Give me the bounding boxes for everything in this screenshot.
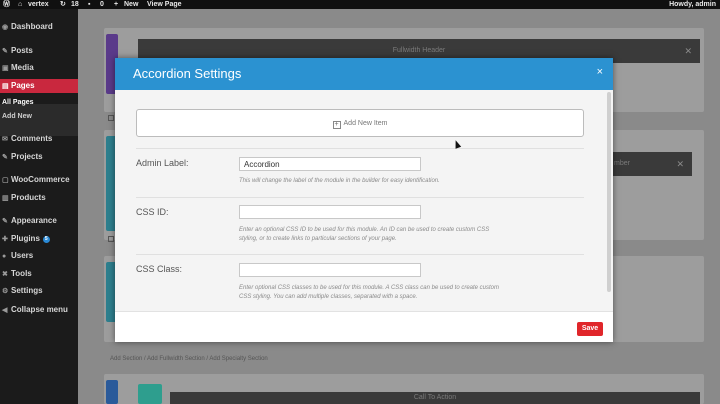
home-icon[interactable]: ⌂ [18, 0, 22, 9]
sidebar-item-settings[interactable]: ⚙ Settings [0, 284, 78, 298]
sidebar-item-projects[interactable]: ✎ Projects [0, 150, 78, 164]
plus-icon: + [332, 121, 341, 129]
sidebar-item-label: Collapse menu [11, 305, 68, 314]
sidebar-item-label: Users [11, 251, 34, 260]
sidebar-item-label: Posts [11, 46, 33, 55]
section-settings-icon[interactable] [108, 115, 114, 121]
sidebar-item-comments[interactable]: ✉ Comments [0, 132, 78, 146]
sidebar-item-woocommerce[interactable]: ▢ WooCommerce [0, 173, 78, 187]
products-icon: ▥ [2, 195, 9, 202]
sidebar-item-users[interactable]: ● Users [0, 249, 78, 263]
css-class-label: CSS Class: [136, 264, 183, 274]
fullwidth-header-label: Fullwidth Header [392, 47, 446, 54]
wordpress-logo-icon[interactable]: Ⓦ [3, 0, 10, 9]
accordion-settings-modal: Accordion Settings × + Add New Item Admin… [115, 58, 613, 342]
css-id-help: Enter an optional CSS ID to be used for … [239, 227, 490, 242]
sidebar-item-label: Appearance [11, 216, 57, 225]
dashboard-icon: ◉ [2, 24, 9, 31]
pages-icon: ▤ [2, 83, 9, 90]
modal-body: +Add New Item Admin Label: This will cha… [115, 90, 613, 311]
add-new-item-label: Add New Item [343, 120, 388, 127]
add-new-item-button[interactable]: + Add New Item [136, 109, 584, 137]
css-id-label: CSS ID: [136, 207, 169, 217]
sidebar-item-pages[interactable]: ▤ Pages [0, 79, 78, 93]
users-icon: ● [2, 253, 7, 260]
sidebar-item-label: Tools [11, 269, 32, 278]
collapse-icon: ◀ [2, 307, 8, 314]
updates-count[interactable]: 18 [71, 0, 79, 9]
remove-row-icon[interactable]: ✕ [684, 39, 692, 63]
sidebar-item-products[interactable]: ▥ Products [0, 191, 78, 205]
admin-label-input[interactable] [239, 157, 421, 171]
member-label: mber [614, 160, 630, 167]
css-class-input[interactable] [239, 263, 421, 277]
modal-title: Accordion Settings [133, 66, 242, 81]
site-name-link[interactable]: vertex [28, 0, 49, 9]
sidebar-item-label: Media [11, 63, 34, 72]
sidebar-item-plugins[interactable]: ✚ Plugins 5 [0, 232, 78, 246]
sidebar-item-dashboard[interactable]: ◉ Dashboard [0, 20, 78, 34]
new-link[interactable]: New [124, 0, 138, 9]
sidebar-item-collapse-menu[interactable]: ◀ Collapse menu [0, 303, 78, 317]
sidebar-item-posts[interactable]: ✎ Posts [0, 44, 78, 58]
sidebar-item-tools[interactable]: ✖ Tools [0, 267, 78, 281]
close-icon[interactable]: × [597, 66, 603, 78]
remove-member-icon[interactable]: ✕ [676, 152, 684, 176]
media-icon: ▣ [2, 65, 9, 72]
sidebar-item-appearance[interactable]: ✎ Appearance [0, 214, 78, 228]
plugins-update-badge: 5 [42, 236, 50, 243]
sidebar-item-label: Products [11, 193, 46, 202]
submenu-item-all-pages[interactable]: All Pages [0, 99, 78, 106]
add-section-links[interactable]: Add Section / Add Fullwidth Section / Ad… [110, 356, 268, 362]
comments-count[interactable]: 0 [100, 0, 104, 9]
new-plus-icon[interactable]: + [114, 0, 118, 9]
comments-icon: ✉ [2, 136, 8, 143]
tools-icon: ✖ [2, 271, 8, 278]
module-strip-green [138, 384, 162, 404]
sidebar-item-label: Pages [11, 81, 35, 90]
pin-icon: ✎ [2, 48, 8, 55]
sidebar-item-media[interactable]: ▣ Media [0, 61, 78, 75]
admin-label-label: Admin Label: [136, 158, 189, 168]
updates-icon[interactable]: ↻ [60, 0, 66, 9]
divider [136, 254, 584, 255]
sidebar-item-label: Comments [11, 134, 53, 143]
member-row[interactable]: mber ✕ [612, 152, 692, 176]
howdy-user-link[interactable]: Howdy, admin [669, 0, 716, 9]
projects-icon: ✎ [2, 154, 8, 161]
submenu-item-add-new[interactable]: Add New [0, 113, 78, 120]
sidebar-item-label: Settings [11, 286, 43, 295]
woocommerce-icon: ▢ [2, 177, 9, 184]
save-button[interactable]: Save [577, 322, 603, 336]
admin-label-help: This will change the label of the module… [239, 178, 440, 184]
modal-scrollbar[interactable] [607, 92, 611, 292]
section-settings-icon-2[interactable] [108, 236, 114, 242]
section-strip-blue [106, 380, 118, 404]
view-page-link[interactable]: View Page [147, 0, 182, 9]
plugins-icon: ✚ [2, 236, 8, 243]
modal-header: Accordion Settings × [115, 58, 613, 90]
sidebar-item-label: Projects [11, 152, 43, 161]
call-to-action-label: Call To Action [413, 394, 457, 401]
settings-icon: ⚙ [2, 288, 9, 295]
sidebar-item-label: Dashboard [11, 22, 53, 31]
divider [136, 148, 584, 149]
divider [136, 197, 584, 198]
modal-footer: Save [115, 311, 613, 342]
appearance-icon: ✎ [2, 218, 8, 225]
css-id-input[interactable] [239, 205, 421, 219]
admin-bar: Ⓦ ⌂ vertex ↻ 18 ▪ 0 + New View Page Howd… [0, 0, 720, 9]
comments-icon[interactable]: ▪ [88, 0, 90, 9]
css-class-help: Enter optional CSS classes to be used fo… [239, 285, 500, 300]
call-to-action-row[interactable]: Call To Action [170, 392, 700, 404]
sidebar-item-label: Plugins [11, 234, 40, 243]
sidebar-item-label: WooCommerce [11, 175, 70, 184]
